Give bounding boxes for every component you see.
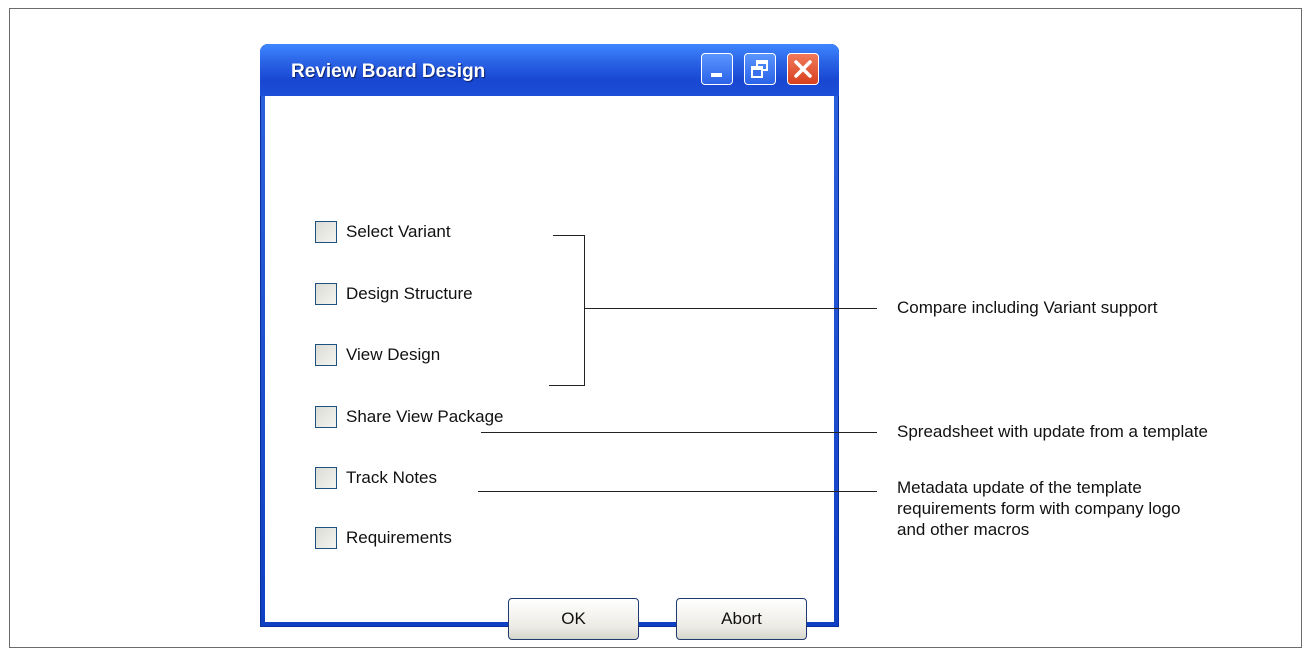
bracket-bottom [549,385,585,386]
option-requirements[interactable]: Requirements [315,525,452,551]
option-label: Select Variant [346,222,451,241]
option-select-variant[interactable]: Select Variant [315,219,451,245]
ok-button[interactable]: OK [508,598,639,640]
option-label: Track Notes [346,468,438,487]
annotation-metadata: Metadata update of the template requirem… [897,477,1180,540]
restore-button[interactable] [744,53,776,85]
option-share-view-package[interactable]: Share View Package [315,404,504,430]
option-view-design[interactable]: View Design [315,342,440,368]
annotation-metadata-line: requirements form with company logo [897,499,1181,518]
option-label: Requirements [346,528,452,547]
dialog-body: Select Variant Design Structure View Des… [265,96,834,640]
minimize-button[interactable] [701,53,733,85]
checkbox-track-notes[interactable] [315,467,337,489]
title-bar[interactable]: Review Board Design [260,44,839,96]
annotation-metadata-line: and other macros [897,520,1030,539]
metadata-connector-line [478,491,877,492]
annotation-spreadsheet: Spreadsheet with update from a template [897,422,1208,441]
option-label: Design Structure [346,284,473,303]
annotation-metadata-line: Metadata update of the template [897,478,1142,497]
option-track-notes[interactable]: Track Notes [315,465,437,491]
compare-connector-line [585,308,877,309]
checkbox-design-structure[interactable] [315,283,337,305]
checkbox-view-design[interactable] [315,344,337,366]
annotation-compare: Compare including Variant support [897,298,1158,317]
bracket-vertical [584,235,585,386]
window-title: Review Board Design [291,61,486,82]
restore-icon [751,60,768,78]
close-icon [794,60,812,78]
option-design-structure[interactable]: Design Structure [315,281,473,307]
abort-button[interactable]: Abort [676,598,807,640]
checkbox-select-variant[interactable] [315,221,337,243]
dialog-window: Review Board Design Select Variant Desig… [260,44,839,640]
option-label: Share View Package [346,407,504,426]
close-button[interactable] [787,53,819,85]
spreadsheet-connector-line [481,432,877,433]
checkbox-share-view-package[interactable] [315,406,337,428]
bracket-top [553,235,585,236]
minimize-icon [711,73,722,77]
option-label: View Design [346,345,441,364]
checkbox-requirements[interactable] [315,527,337,549]
